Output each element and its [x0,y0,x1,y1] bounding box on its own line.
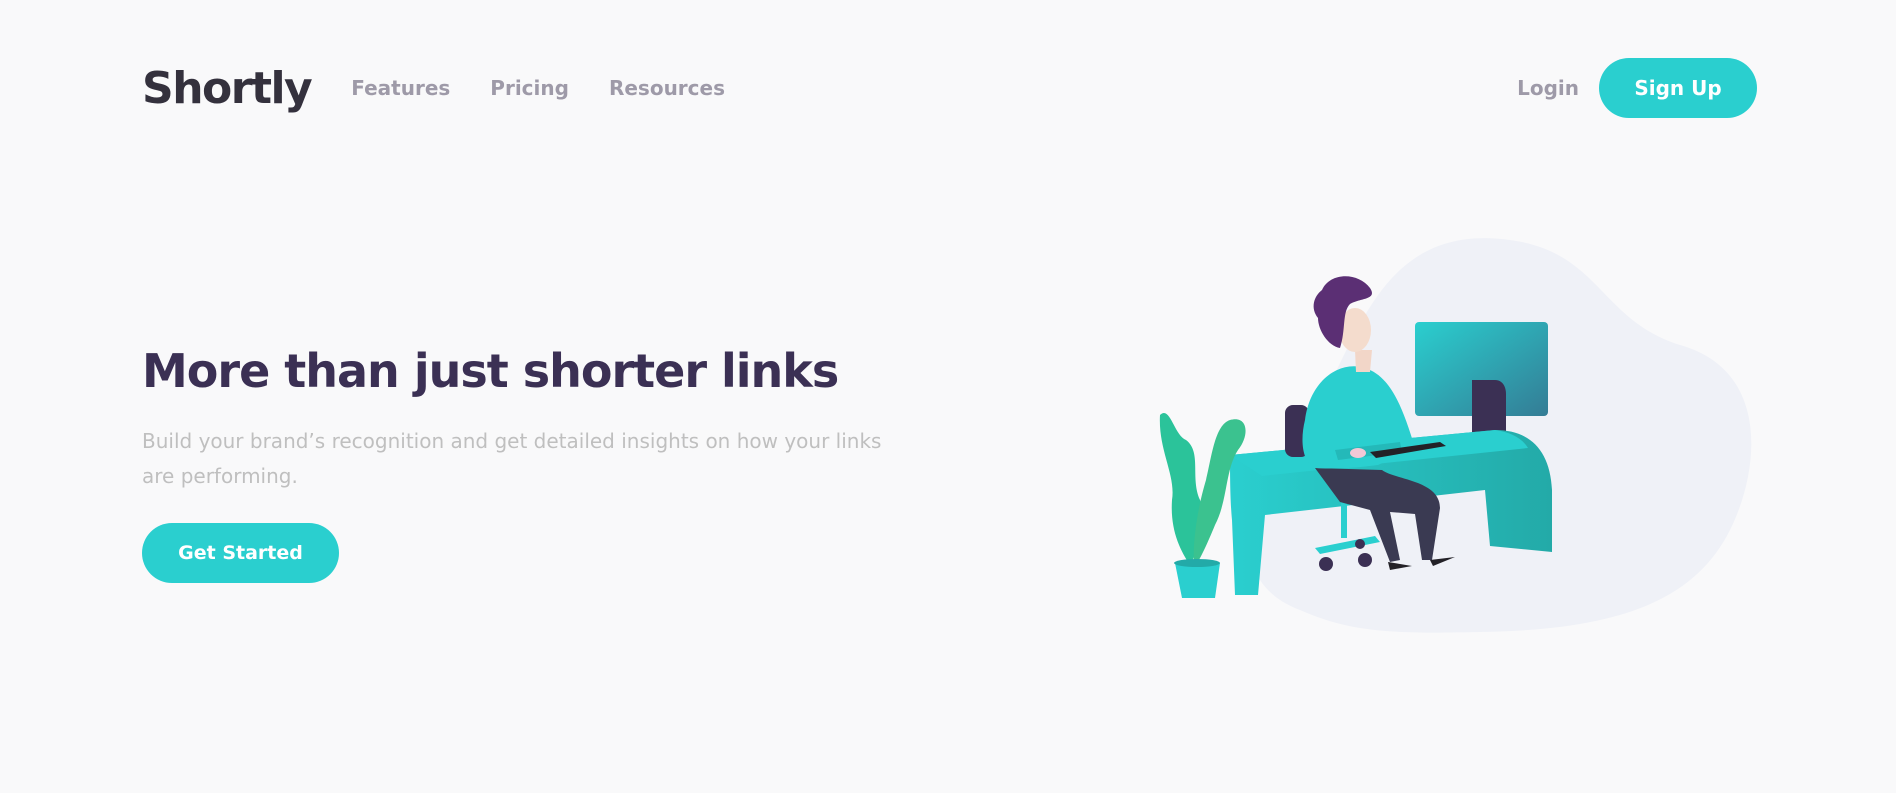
person-working-illustration [1159,238,1752,633]
chair-wheel [1319,557,1333,571]
chair-wheel [1358,553,1372,567]
nav-item-resources[interactable]: Resources [609,76,725,100]
get-started-button[interactable]: Get Started [142,523,339,583]
nav-item-features[interactable]: Features [351,76,450,100]
auth-actions: Login Sign Up [1517,58,1757,118]
main-nav: Features Pricing Resources [351,76,725,100]
plant-pot [1175,563,1220,598]
nav-item-pricing[interactable]: Pricing [490,76,569,100]
sign-up-button[interactable]: Sign Up [1599,58,1757,118]
site-header: Shortly Features Pricing Resources Login… [142,58,1757,118]
chair-wheel [1355,539,1365,549]
hero-title: More than just shorter links [142,344,839,398]
logo[interactable]: Shortly [142,63,313,114]
person-hand [1350,448,1366,458]
hero-subtitle: Build your brand’s recognition and get d… [142,429,882,488]
login-link[interactable]: Login [1517,76,1579,100]
person-neck [1355,350,1372,372]
plant-pot-rim [1174,559,1220,567]
